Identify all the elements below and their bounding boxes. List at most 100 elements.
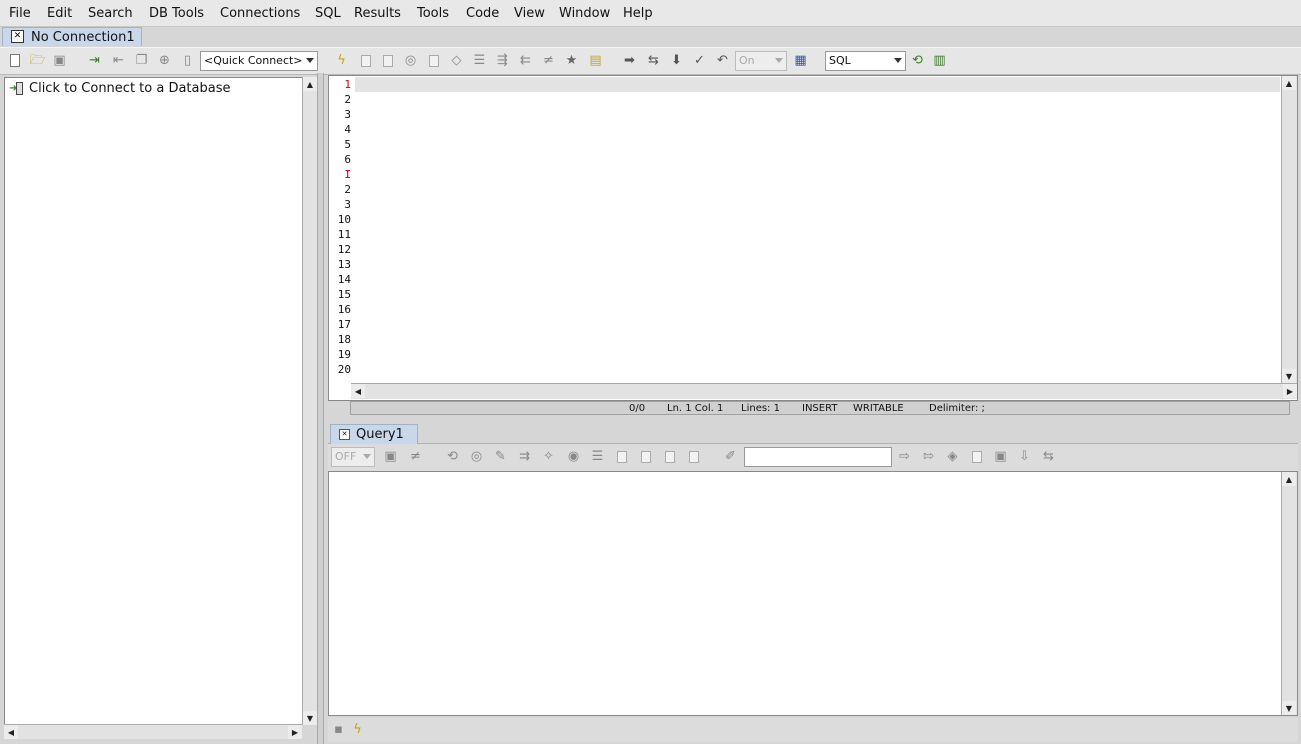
scroll-up-icon[interactable]: ▲ xyxy=(303,77,317,91)
arrow-down-icon[interactable]: ⇩ xyxy=(1017,449,1032,464)
scroll-left-icon[interactable]: ◀ xyxy=(4,725,18,739)
arrow-right-icon[interactable]: ⇨ xyxy=(897,449,912,464)
new-connection-icon[interactable]: ⊕ xyxy=(157,53,172,68)
database-icon[interactable]: ▯ xyxy=(180,53,195,68)
close-icon[interactable]: ✕ xyxy=(11,30,24,43)
scroll-down-icon[interactable]: ▼ xyxy=(1282,369,1296,383)
results-grid[interactable]: ▲ ▼ xyxy=(328,471,1298,716)
language-combo[interactable]: SQL xyxy=(825,51,906,71)
line-number: 17 xyxy=(337,318,351,331)
arrow-right-icon[interactable]: ➡ xyxy=(622,53,637,68)
results-toggle-combo[interactable]: OFF xyxy=(331,447,375,467)
list-icon[interactable]: ☰ xyxy=(472,53,487,68)
insert-row-icon[interactable]: ⇉ xyxy=(517,449,532,464)
filter-icon[interactable]: ◉ xyxy=(566,449,581,464)
autocommit-combo[interactable]: On xyxy=(735,51,787,71)
scroll-right-icon[interactable]: ▶ xyxy=(1283,384,1297,398)
menu-file[interactable]: File xyxy=(9,6,31,21)
save-icon[interactable]: ▣ xyxy=(52,53,67,68)
line-number: 3 xyxy=(344,108,351,121)
export-icon[interactable] xyxy=(686,449,701,464)
execute-icon[interactable]: ϟ xyxy=(350,722,365,737)
format-icon[interactable]: ◎ xyxy=(403,53,418,68)
format-icon[interactable]: ≠ xyxy=(408,449,423,464)
scroll-up-icon[interactable]: ▲ xyxy=(1282,76,1296,90)
menu-tools[interactable]: Tools xyxy=(417,6,449,21)
tree-horizontal-scrollbar[interactable]: ◀ ▶ xyxy=(4,724,302,739)
line-number: 13 xyxy=(337,258,351,271)
disconnect-icon[interactable]: ⇤ xyxy=(111,53,126,68)
star-icon[interactable]: ★ xyxy=(564,53,579,68)
execute-icon[interactable]: ϟ xyxy=(334,53,349,68)
connect-icon[interactable]: ⇥ xyxy=(87,53,102,68)
quick-connect-combo[interactable]: <Quick Connect> xyxy=(200,51,318,71)
form-icon[interactable] xyxy=(638,449,653,464)
menu-sql[interactable]: SQL xyxy=(315,6,341,21)
menu-results[interactable]: Results xyxy=(354,6,401,21)
history-icon[interactable]: ▤ xyxy=(588,53,603,68)
swap-icon[interactable]: ⇆ xyxy=(1041,449,1056,464)
query-tab[interactable]: ✕ Query1 xyxy=(330,424,418,444)
zoom-icon[interactable]: ◈ xyxy=(945,449,960,464)
open-folder-icon[interactable]: 🗁 xyxy=(29,53,45,68)
refresh-icon[interactable]: ⟲ xyxy=(445,449,460,464)
menu-help[interactable]: Help xyxy=(623,6,653,21)
menu-search[interactable]: Search xyxy=(88,6,133,21)
scroll-left-icon[interactable]: ◀ xyxy=(351,384,365,398)
arrow-down-icon[interactable]: ⬇ xyxy=(669,53,684,68)
rollback-icon[interactable]: ↶ xyxy=(715,53,730,68)
commit-icon[interactable]: ✓ xyxy=(692,53,707,68)
new-file-icon[interactable] xyxy=(7,53,22,68)
copy-connection-icon[interactable]: ❐ xyxy=(134,53,149,68)
editor-vertical-scrollbar[interactable]: ▲ ▼ xyxy=(1281,76,1297,383)
spreadsheet-icon[interactable]: ▥ xyxy=(932,53,947,68)
indent-icon[interactable]: ⇶ xyxy=(495,53,510,68)
edit-icon[interactable]: ✎ xyxy=(493,449,508,464)
menu-connections[interactable]: Connections xyxy=(220,6,300,21)
scroll-down-icon[interactable]: ▼ xyxy=(303,711,317,725)
scroll-down-icon[interactable]: ▼ xyxy=(1282,701,1296,715)
line-number: 16 xyxy=(337,303,351,316)
list-icon[interactable]: ☰ xyxy=(590,449,605,464)
document-icon[interactable] xyxy=(969,449,984,464)
swap-icon[interactable]: ⇆ xyxy=(646,53,661,68)
current-line-highlight xyxy=(355,77,1280,92)
next-icon[interactable]: ⇰ xyxy=(921,449,936,464)
explain-icon[interactable] xyxy=(380,53,395,68)
execute-script-icon[interactable] xyxy=(358,53,373,68)
save-icon[interactable]: ▣ xyxy=(383,449,398,464)
menu-db-tools[interactable]: DB Tools xyxy=(149,6,204,21)
comment-icon[interactable]: ≠ xyxy=(541,53,556,68)
save-icon[interactable]: ▣ xyxy=(993,449,1008,464)
close-icon[interactable]: ✕ xyxy=(339,429,350,440)
binoculars-icon[interactable]: ◎ xyxy=(469,449,484,464)
pin-icon[interactable]: ✐ xyxy=(723,449,738,464)
outdent-icon[interactable]: ⇇ xyxy=(518,53,533,68)
menu-edit[interactable]: Edit xyxy=(47,6,72,21)
transaction-icon[interactable]: ▦ xyxy=(793,53,808,68)
clipboard-icon[interactable] xyxy=(426,53,441,68)
grid-icon[interactable] xyxy=(614,449,629,464)
query-tab-label: Query1 xyxy=(356,427,404,442)
results-filter-input[interactable] xyxy=(744,447,892,467)
connect-to-database-item[interactable]: ➜ Click to Connect to a Database xyxy=(9,81,231,96)
status-lines: Lines: 1 xyxy=(741,403,780,414)
results-vertical-scrollbar[interactable]: ▲ ▼ xyxy=(1281,472,1297,715)
scroll-right-icon[interactable]: ▶ xyxy=(288,725,302,739)
connection-tab[interactable]: ✕ No Connection1 xyxy=(2,27,142,46)
menu-view[interactable]: View xyxy=(514,6,545,21)
eraser-icon[interactable]: ◇ xyxy=(449,53,464,68)
sql-editor[interactable]: 1 2 3 4 5 6 I 2 3 10 11 12 13 14 15 16 17 18 19 20 ▲ ▼ ◀ ▶ xyxy=(328,75,1298,401)
line-number: 20 xyxy=(337,363,351,376)
copy-icon[interactable] xyxy=(662,449,677,464)
sparkle-icon[interactable]: ✧ xyxy=(541,449,556,464)
scroll-up-icon[interactable]: ▲ xyxy=(1282,472,1296,486)
stop-icon[interactable]: ▪ xyxy=(331,722,346,737)
refresh-icon[interactable]: ⟲ xyxy=(910,53,925,68)
menu-window[interactable]: Window xyxy=(559,6,610,21)
menu-code[interactable]: Code xyxy=(466,6,499,21)
status-access: WRITABLE xyxy=(853,403,904,414)
panel-splitter[interactable] xyxy=(317,73,324,744)
editor-horizontal-scrollbar[interactable]: ◀ ▶ xyxy=(351,383,1297,399)
tree-vertical-scrollbar[interactable]: ▲ ▼ xyxy=(302,77,317,725)
